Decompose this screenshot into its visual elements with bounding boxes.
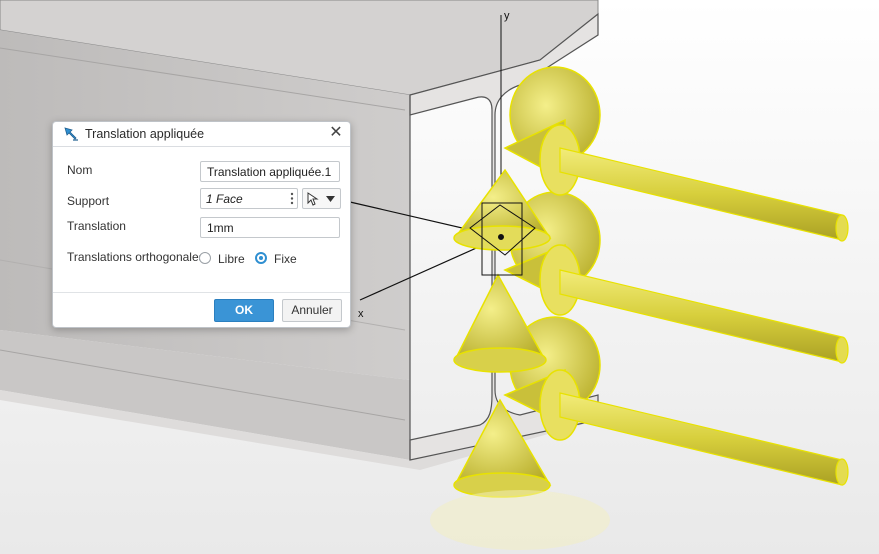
nom-label: Nom [67,163,93,177]
dialog-title: Translation appliquée [85,127,205,141]
dialog-separator [53,292,350,293]
translation-tool-icon [64,127,78,141]
translation-input[interactable]: 1mm [200,217,340,238]
nom-input[interactable]: Translation appliquée.1 [200,161,340,182]
dialog-title-bar[interactable]: Translation appliquée ✕ [53,122,350,147]
translation-label: Translation [67,219,126,233]
support-label: Support [67,194,110,208]
radio-libre-label: Libre [218,252,245,266]
radio-fixe[interactable] [255,252,267,264]
ok-button[interactable]: OK [214,299,274,322]
close-icon[interactable]: ✕ [328,125,344,141]
cancel-button[interactable]: Annuler [282,299,342,322]
more-vertical-icon[interactable] [290,191,294,206]
axis-x-label: x [358,308,364,320]
reflection [430,490,610,550]
radio-libre[interactable] [199,252,211,264]
chevron-down-icon [326,196,335,202]
axis-y-label: y [504,10,510,22]
support-field[interactable]: 1 Face [200,188,298,209]
ortho-label: Translations orthogonales [67,250,205,264]
translation-dialog: Translation appliquée ✕ Nom Translation … [52,121,351,328]
support-value: 1 Face [206,192,243,206]
cursor-icon [307,192,319,206]
selection-mode-button[interactable] [302,188,341,209]
radio-fixe-label: Fixe [274,252,297,266]
